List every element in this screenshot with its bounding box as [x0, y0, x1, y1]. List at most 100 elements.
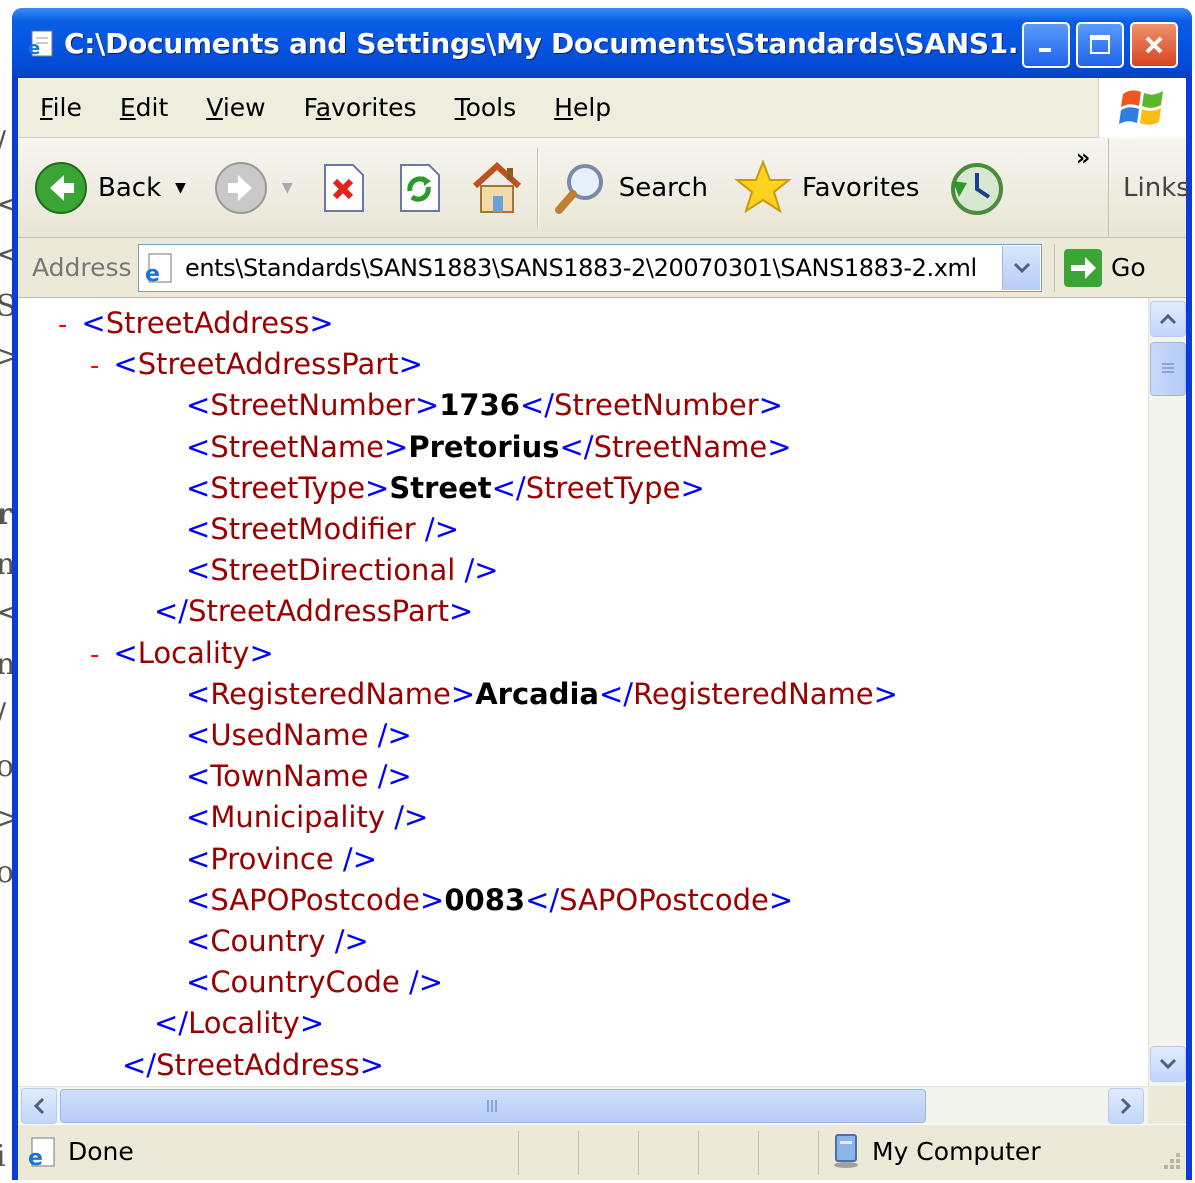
- xml-line[interactable]: - <StreetAddressPart>: [90, 344, 423, 385]
- browser-client: File Edit View Favorites Tools Help Back…: [18, 78, 1190, 1180]
- menu-accel: V: [206, 93, 223, 122]
- menu-edit[interactable]: Edit: [120, 93, 168, 122]
- back-label: Back: [98, 172, 162, 203]
- links-button[interactable]: Links: [1108, 138, 1190, 238]
- xml-line: </Locality>: [154, 1003, 324, 1044]
- close-icon: [1145, 36, 1163, 54]
- xml-bracket: />: [325, 924, 369, 958]
- menu-help[interactable]: Help: [554, 93, 611, 122]
- security-zone-text: My Computer: [872, 1137, 1041, 1166]
- status-divider: [758, 1131, 759, 1175]
- go-arrow-icon: [1064, 248, 1102, 287]
- xml-tag-name: CountryCode: [210, 965, 400, 1000]
- xml-tag-name: UsedName: [210, 718, 369, 752]
- menu-file[interactable]: File: [40, 93, 82, 122]
- background-fragment: /: [0, 128, 6, 158]
- back-button[interactable]: Back: [34, 161, 161, 215]
- xml-bracket: >: [758, 388, 783, 423]
- menu-favorites[interactable]: Favorites: [304, 93, 417, 122]
- xml-bracket: >: [680, 470, 705, 505]
- xml-bracket: <: [186, 512, 211, 546]
- search-button[interactable]: Search: [553, 160, 708, 216]
- svg-text:e: e: [28, 38, 40, 58]
- menu-label: dit: [135, 93, 169, 122]
- xml-bracket: />: [399, 965, 444, 1000]
- back-dropdown-icon[interactable]: ▼: [175, 180, 186, 196]
- favorites-button[interactable]: Favorites: [734, 158, 920, 217]
- xml-bracket: >: [420, 882, 445, 917]
- scroll-up-button[interactable]: [1150, 301, 1186, 337]
- collapse-toggle[interactable]: -: [58, 310, 67, 340]
- refresh-button[interactable]: [395, 161, 443, 215]
- title-bar[interactable]: e C:\Documents and Settings\My Documents…: [12, 8, 1192, 78]
- menu-label: iew: [222, 93, 266, 122]
- go-button[interactable]: Go: [1054, 243, 1146, 292]
- xml-tag-name: StreetAddress: [156, 1047, 360, 1082]
- links-label: Links: [1123, 173, 1190, 203]
- go-label: Go: [1111, 253, 1146, 282]
- xml-line: <StreetModifier />: [186, 509, 459, 550]
- menu-tools[interactable]: Tools: [455, 93, 517, 122]
- xml-line: <StreetName>Pretorius</StreetName>: [186, 427, 792, 468]
- xml-line: <StreetNumber>1736</StreetNumber>: [186, 385, 783, 426]
- menu-view[interactable]: View: [206, 93, 265, 122]
- toolbar-chevron-icon[interactable]: »: [1076, 146, 1090, 171]
- chevron-right-icon: [1120, 1097, 1132, 1115]
- xml-value: 0083: [444, 882, 526, 917]
- stop-button[interactable]: [319, 161, 367, 215]
- collapse-toggle[interactable]: -: [90, 351, 99, 381]
- menu-accel: F: [40, 93, 53, 122]
- browser-window: e C:\Documents and Settings\My Documents…: [12, 8, 1192, 1180]
- svg-text:e: e: [145, 262, 160, 285]
- collapse-toggle[interactable]: -: [90, 640, 99, 670]
- window-title: C:\Documents and Settings\My Documents\S…: [64, 26, 1019, 60]
- xml-bracket: <: [186, 800, 211, 835]
- xml-content-pane: - <StreetAddress> - <StreetAddressPart> <Str…: [18, 298, 1148, 1086]
- menu-accel: E: [119, 93, 136, 122]
- minimize-button[interactable]: [1022, 22, 1070, 68]
- menu-label: ile: [52, 93, 82, 122]
- xml-tag-name: StreetAddress: [105, 306, 310, 340]
- favorites-label: Favorites: [802, 172, 920, 203]
- vertical-scroll-thumb[interactable]: [1150, 342, 1186, 396]
- scroll-down-button[interactable]: [1150, 1046, 1186, 1082]
- resize-grip-icon[interactable]: [1156, 1149, 1184, 1177]
- chevron-down-icon: [1159, 1058, 1177, 1070]
- xml-bracket: </: [598, 676, 634, 711]
- scroll-left-button[interactable]: [21, 1088, 57, 1124]
- xml-bracket: </: [122, 1047, 157, 1082]
- horizontal-scrollbar[interactable]: [18, 1086, 1148, 1124]
- xml-tag-name: TownName: [210, 759, 369, 794]
- back-arrow-icon: [35, 161, 87, 214]
- forward-dropdown-icon[interactable]: ▼: [282, 180, 293, 196]
- xml-bracket: <: [186, 718, 211, 752]
- maximize-button[interactable]: [1076, 22, 1124, 68]
- xml-tag-name: Locality: [188, 1006, 300, 1041]
- xml-tag-name: RegisteredName: [210, 676, 451, 711]
- history-button[interactable]: [947, 159, 1005, 217]
- horizontal-scroll-thumb[interactable]: [60, 1089, 926, 1123]
- xml-bracket: </: [525, 882, 560, 917]
- xml-value: Arcadia: [475, 676, 599, 711]
- xml-tag-name: StreetType: [525, 470, 681, 505]
- xml-line: <Province />: [186, 839, 377, 880]
- forward-button[interactable]: [214, 161, 268, 215]
- xml-line: <SAPOPostcode>0083</SAPOPostcode>: [186, 880, 793, 921]
- chevron-down-icon: [1013, 262, 1030, 273]
- address-dropdown-button[interactable]: [1002, 245, 1040, 290]
- search-label: Search: [618, 172, 709, 203]
- home-button[interactable]: [467, 158, 527, 218]
- menu-accel: a: [315, 93, 332, 122]
- address-input[interactable]: e ents\Standards\SANS1883\SANS1883-2\200…: [138, 243, 1042, 292]
- xml-line[interactable]: - <StreetAddress>: [58, 303, 334, 344]
- close-button[interactable]: [1130, 22, 1178, 68]
- xml-tag-name: SAPOPostcode: [210, 882, 421, 917]
- xml-line[interactable]: - <Locality>: [90, 633, 274, 674]
- xml-bracket: />: [333, 841, 378, 876]
- xml-bracket: <: [186, 965, 211, 1000]
- xml-tag-name: StreetModifier: [210, 512, 416, 546]
- chevron-up-icon: [1159, 313, 1177, 325]
- scroll-right-button[interactable]: [1108, 1088, 1144, 1124]
- xml-bracket: />: [384, 800, 429, 835]
- vertical-scrollbar[interactable]: [1148, 298, 1186, 1086]
